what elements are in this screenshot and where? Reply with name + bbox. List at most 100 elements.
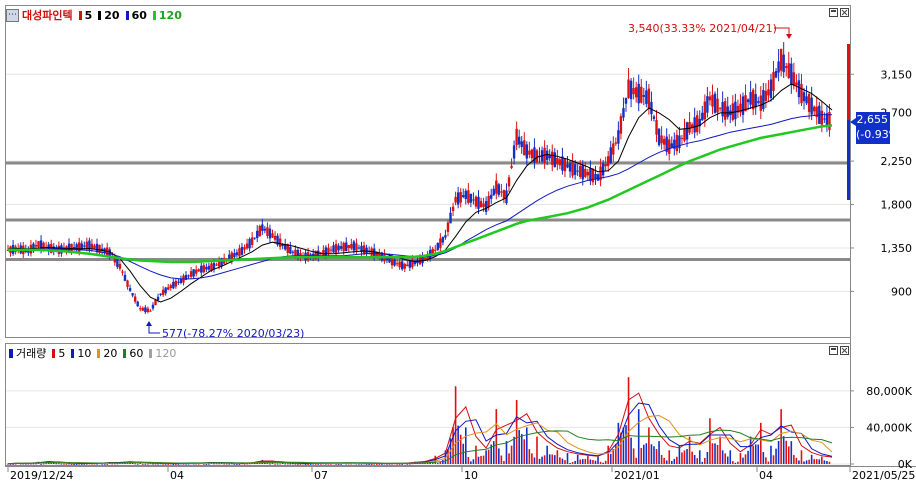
volume-bar <box>721 450 724 464</box>
candle-body <box>718 107 722 109</box>
volume-bar <box>696 458 699 464</box>
volume-bar <box>808 459 810 464</box>
volume-bar <box>335 463 337 465</box>
volume-bar <box>70 463 73 465</box>
volume-panel-maximize-button[interactable] <box>829 346 838 355</box>
menu-icon[interactable]: ⋯ <box>6 8 19 22</box>
candle-body <box>680 137 684 139</box>
candle-body <box>194 269 198 274</box>
price-panel-close-button[interactable] <box>840 8 849 17</box>
candle-body <box>403 263 406 269</box>
volume-bar <box>643 444 645 464</box>
volume-bar <box>203 463 205 465</box>
volume-bar <box>564 460 566 464</box>
candle-body <box>769 79 773 98</box>
candle-body <box>507 177 511 187</box>
candle-body <box>785 66 788 68</box>
volume-bar <box>815 459 818 464</box>
candle-body <box>721 102 724 117</box>
candle-body <box>70 244 73 252</box>
volume-bar <box>358 463 360 465</box>
volume-bar <box>803 461 805 464</box>
volume-bar <box>223 463 225 465</box>
candle-body <box>606 156 610 166</box>
volume-bar <box>569 462 571 464</box>
candle-body <box>238 248 241 257</box>
candle-body <box>159 293 162 295</box>
candle-body <box>139 308 142 310</box>
volume-bar <box>790 441 793 464</box>
volume-bar <box>681 452 683 464</box>
candle-body <box>93 245 96 249</box>
volume-bar <box>106 463 108 465</box>
volume-bar <box>286 463 289 465</box>
volume-bar <box>294 463 297 465</box>
volume-bar <box>635 457 637 464</box>
candle-body <box>146 308 150 312</box>
candle-body <box>462 195 465 198</box>
volume-bar <box>732 461 734 464</box>
x-tick-label: 04 <box>170 469 184 482</box>
candle-body <box>469 193 473 203</box>
candle-body <box>291 251 295 253</box>
volume-bar <box>665 460 668 464</box>
volume-bar <box>297 463 299 465</box>
candle-body <box>357 247 361 249</box>
candle-body <box>584 168 587 177</box>
candle-body <box>500 191 503 193</box>
volume-bar <box>655 449 658 464</box>
candle-body <box>118 263 122 269</box>
candle-body <box>373 248 376 258</box>
price-panel-maximize-button[interactable] <box>829 8 838 17</box>
volume-bar <box>45 463 47 465</box>
candle-body <box>253 237 256 239</box>
candle-body <box>617 130 620 144</box>
volume-bar <box>541 456 543 464</box>
candle-body <box>624 97 628 104</box>
volume-bar <box>370 463 373 465</box>
candle-body <box>202 265 206 273</box>
candle-body <box>530 149 534 159</box>
volume-bar <box>640 447 643 464</box>
volume-bar <box>762 452 765 464</box>
volume-bar <box>622 427 625 464</box>
candle-body <box>121 271 124 273</box>
candle-body <box>245 243 249 249</box>
candle-body <box>248 238 251 249</box>
candle-body <box>169 285 172 288</box>
volume-bar <box>546 445 548 464</box>
candle-body <box>446 222 450 232</box>
candle-body <box>589 168 592 181</box>
volume-bar <box>579 459 582 464</box>
volume-bar <box>602 462 604 464</box>
candle-body <box>660 135 663 144</box>
candle-body <box>398 261 401 268</box>
volume-bar <box>475 445 477 464</box>
volume-panel-close-button[interactable] <box>840 346 849 355</box>
candle-body <box>467 190 470 203</box>
daily-range-down-bar <box>847 120 850 200</box>
volume-bar <box>747 450 749 464</box>
volume-bar <box>648 427 650 464</box>
candle-body <box>339 246 343 249</box>
x-axis-labels: 2019/12/24 04 07 10 2021/01 04 2021/05/25 <box>7 466 915 482</box>
volume-panel-frame <box>5 343 851 466</box>
volume-bar <box>58 463 60 465</box>
price-tick-label: 3,150 <box>881 68 913 81</box>
volume-bar <box>739 453 742 464</box>
volume-bar <box>236 463 238 465</box>
candle-body <box>156 296 160 300</box>
volume-bar <box>673 458 676 464</box>
x-tick-label: 2019/12/24 <box>10 469 73 482</box>
candle-body <box>517 136 521 145</box>
volume-bar <box>650 444 653 464</box>
candle-body <box>490 194 493 199</box>
candle-body <box>149 310 152 312</box>
candle-body <box>477 196 480 209</box>
candle-body <box>133 296 137 302</box>
volume-bar <box>355 463 358 465</box>
candle-body <box>240 246 244 255</box>
candle-body <box>441 237 445 243</box>
volume-bar <box>289 463 292 465</box>
volume-bar <box>437 463 439 465</box>
